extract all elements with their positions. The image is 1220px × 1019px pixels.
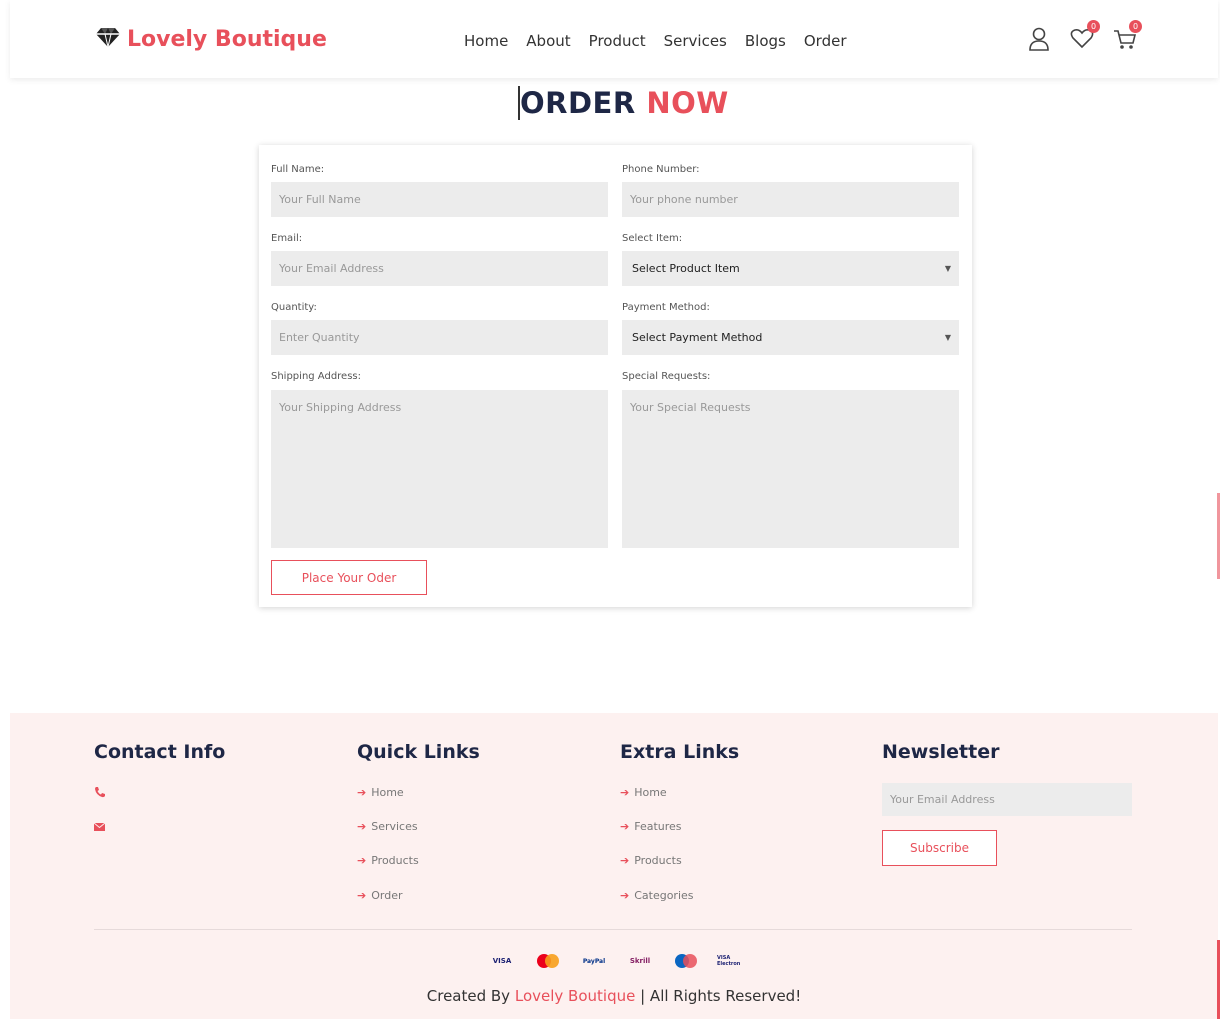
payment-select[interactable]: Select Payment Method ▼ xyxy=(622,320,959,355)
credit-suffix: | All Rights Reserved! xyxy=(640,987,802,1005)
nav-product[interactable]: Product xyxy=(589,32,646,50)
extra-link-label: Features xyxy=(634,820,682,833)
nav-about[interactable]: About xyxy=(526,32,570,50)
credit-prefix: Created By xyxy=(426,987,511,1005)
user-icon[interactable] xyxy=(1028,26,1054,52)
quick-links-title: Quick Links xyxy=(357,741,480,763)
chevron-down-icon: ▼ xyxy=(944,333,951,342)
extra-link-products[interactable]: ➔ Products xyxy=(620,854,682,867)
arrow-right-icon: ➔ xyxy=(620,820,630,833)
extra-link-label: Categories xyxy=(634,889,694,902)
visa-electron-icon: VISA Electron xyxy=(717,955,741,967)
nav-blogs[interactable]: Blogs xyxy=(745,32,786,50)
arrow-right-icon: ➔ xyxy=(357,786,367,799)
payment-methods: VISA PayPal Skrill VISA Electron xyxy=(487,953,747,969)
payment-select-value: Select Payment Method xyxy=(632,331,763,344)
credit-brand[interactable]: Lovely Boutique xyxy=(515,987,635,1005)
chevron-down-icon: ▼ xyxy=(944,264,951,273)
mastercard-icon xyxy=(671,953,701,969)
item-select[interactable]: Select Product Item ▼ xyxy=(622,251,959,286)
nav-services[interactable]: Services xyxy=(664,32,727,50)
email-input[interactable]: Your Email Address xyxy=(271,251,608,286)
quick-link-label: Services xyxy=(371,820,418,833)
title-accent: NOW xyxy=(646,86,729,120)
site-footer: Contact Info Quick Links ➔ Home ➔ Services… xyxy=(10,713,1218,1019)
quick-link-services[interactable]: ➔ Services xyxy=(357,820,418,833)
extra-links-title: Extra Links xyxy=(620,741,740,763)
cart-badge: 0 xyxy=(1129,20,1142,33)
newsletter-title: Newsletter xyxy=(882,741,1000,763)
copyright-credit: Created By Lovely Boutique | All Rights … xyxy=(10,987,1218,1005)
title-main: ORDER xyxy=(520,86,636,120)
phone-icon xyxy=(94,786,106,801)
newsletter-email-input[interactable]: Your Email Address xyxy=(882,783,1132,816)
full-name-label: Full Name: xyxy=(271,164,325,175)
visa-icon: VISA xyxy=(492,957,512,965)
extra-link-features[interactable]: ➔ Features xyxy=(620,820,682,833)
quantity-input[interactable]: Enter Quantity xyxy=(271,320,608,355)
main-nav: Home About Product Services Blogs Order xyxy=(464,32,847,50)
email-label: Email: xyxy=(271,233,303,244)
full-name-input[interactable]: Your Full Name xyxy=(271,182,608,217)
mastercard-icon xyxy=(533,953,563,969)
quantity-label: Quantity: xyxy=(271,302,317,313)
shipping-label: Shipping Address: xyxy=(271,371,361,382)
envelope-icon xyxy=(93,821,106,835)
quick-link-label: Order xyxy=(371,889,403,902)
nav-order[interactable]: Order xyxy=(804,32,847,50)
wishlist-badge: 0 xyxy=(1087,20,1100,33)
quick-link-label: Home xyxy=(371,786,404,799)
header-icons: 0 0 xyxy=(1028,20,1142,52)
extra-link-categories[interactable]: ➔ Categories xyxy=(620,889,694,902)
extra-link-home[interactable]: ➔ Home xyxy=(620,786,667,799)
page-title: ORDER NOW xyxy=(518,86,729,120)
arrow-right-icon: ➔ xyxy=(357,820,367,833)
skrill-icon: Skrill xyxy=(629,957,651,965)
extra-link-label: Products xyxy=(634,854,682,867)
brand-logo[interactable]: Lovely Boutique xyxy=(95,26,327,52)
arrow-right-icon: ➔ xyxy=(357,854,367,867)
requests-textarea[interactable]: Your Special Requests xyxy=(622,390,959,548)
extra-link-label: Home xyxy=(634,786,667,799)
site-header: Lovely Boutique Home About Product Servi… xyxy=(10,0,1218,78)
nav-home[interactable]: Home xyxy=(464,32,508,50)
quick-link-order[interactable]: ➔ Order xyxy=(357,889,402,902)
subscribe-button[interactable]: Subscribe xyxy=(882,830,997,866)
contact-info-title: Contact Info xyxy=(94,741,226,763)
place-order-button[interactable]: Place Your Oder xyxy=(271,560,427,595)
quick-link-label: Products xyxy=(371,854,419,867)
footer-divider xyxy=(94,929,1132,930)
quick-link-home[interactable]: ➔ Home xyxy=(357,786,404,799)
diamond-icon xyxy=(95,26,121,52)
arrow-right-icon: ➔ xyxy=(620,889,630,902)
arrow-right-icon: ➔ xyxy=(620,786,630,799)
paypal-icon: PayPal xyxy=(582,957,606,965)
arrow-right-icon: ➔ xyxy=(620,854,630,867)
quick-link-products[interactable]: ➔ Products xyxy=(357,854,419,867)
item-label: Select Item: xyxy=(622,233,683,244)
item-select-value: Select Product Item xyxy=(632,262,740,275)
phone-label: Phone Number: xyxy=(622,164,700,175)
arrow-right-icon: ➔ xyxy=(357,889,367,902)
cart-icon[interactable]: 0 xyxy=(1112,20,1142,52)
order-form: Full Name: Your Full Name Phone Number: … xyxy=(259,145,972,607)
phone-input[interactable]: Your phone number xyxy=(622,182,959,217)
payment-label: Payment Method: xyxy=(622,302,710,313)
brand-name: Lovely Boutique xyxy=(127,26,327,52)
requests-label: Special Requests: xyxy=(622,371,711,382)
heart-icon[interactable]: 0 xyxy=(1070,20,1100,52)
shipping-textarea[interactable]: Your Shipping Address xyxy=(271,390,608,548)
